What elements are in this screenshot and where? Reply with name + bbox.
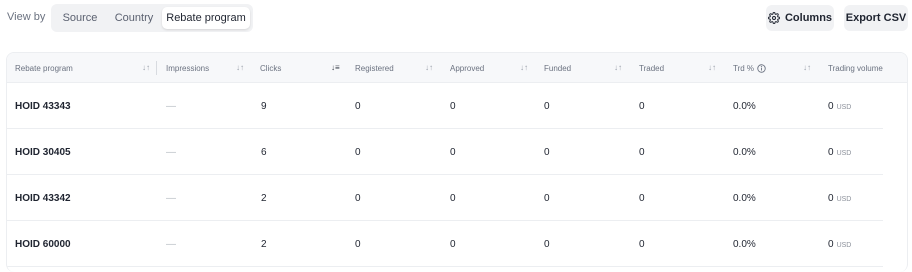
volume-value: 0 — [828, 238, 834, 250]
sort-icon[interactable]: ↓↑ — [614, 63, 622, 72]
info-icon[interactable] — [757, 63, 766, 73]
currency-unit: USD — [836, 103, 852, 111]
cell-approved: 0 — [450, 100, 456, 112]
volume-value: 0 — [828, 192, 834, 204]
cell-trd-pct: 0.0% — [733, 100, 756, 112]
data-table: Rebate program ↓↑ Impressions ↓↑ Clicks … — [6, 52, 908, 272]
currency-unit: USD — [836, 149, 852, 157]
tab-rebate-program[interactable]: Rebate program — [162, 7, 250, 29]
cell-rebate-program[interactable]: HOID 43343 — [15, 83, 71, 129]
cell-funded: 0 — [544, 238, 550, 250]
table-row[interactable]: HOID 30405 — 6 0 0 0 0 0.0% 0 USD — [7, 129, 883, 175]
sort-desc-icon[interactable]: ↓≡ — [331, 63, 340, 72]
col-header-impressions[interactable]: Impressions — [166, 53, 209, 83]
sort-icon[interactable]: ↓↑ — [236, 63, 244, 72]
cell-approved: 0 — [450, 238, 456, 250]
cell-impressions: — — [166, 238, 176, 250]
cell-registered: 0 — [355, 100, 361, 112]
view-by-segmented-control: Source Country Rebate program — [51, 4, 253, 32]
toolbar: View by Source Country Rebate program Co… — [0, 0, 912, 40]
cell-clicks: 6 — [261, 146, 267, 158]
cell-rebate-program[interactable]: HOID 30405 — [15, 129, 71, 175]
cell-funded: 0 — [544, 146, 550, 158]
sort-icon[interactable]: ↓↑ — [142, 63, 150, 72]
col-header-rebate-program[interactable]: Rebate program — [15, 53, 73, 83]
sort-icon[interactable]: ↓↑ — [803, 63, 811, 72]
cell-trd-pct: 0.0% — [733, 238, 756, 250]
col-header-traded[interactable]: Traded — [639, 53, 664, 83]
columns-button-label: Columns — [784, 12, 833, 24]
currency-unit: USD — [836, 195, 852, 203]
col-header-trd-pct[interactable]: Trd % — [733, 53, 766, 83]
cell-trd-pct: 0.0% — [733, 192, 756, 204]
cell-registered: 0 — [355, 146, 361, 158]
cell-funded: 0 — [544, 192, 550, 204]
table-row[interactable]: HOID 43343 — 9 0 0 0 0 0.0% 0 USD — [7, 83, 883, 129]
cell-impressions: — — [166, 192, 176, 204]
cell-approved: 0 — [450, 192, 456, 204]
currency-unit: USD — [836, 241, 852, 249]
volume-value: 0 — [828, 100, 834, 112]
cell-trading-volume: 0 USD — [828, 83, 851, 129]
table-header: Rebate program ↓↑ Impressions ↓↑ Clicks … — [7, 53, 907, 83]
cell-trading-volume: 0 USD — [828, 221, 851, 267]
volume-value: 0 — [828, 146, 834, 158]
cell-trd-pct: 0.0% — [733, 146, 756, 158]
cell-rebate-program[interactable]: HOID 43342 — [15, 175, 71, 221]
cell-traded: 0 — [639, 100, 645, 112]
cell-clicks: 2 — [261, 192, 267, 204]
table-row[interactable]: HOID 60000 — 2 0 0 0 0 0.0% 0 USD — [7, 221, 883, 267]
sort-icon[interactable]: ↓↑ — [708, 63, 716, 72]
cell-funded: 0 — [544, 100, 550, 112]
tab-country[interactable]: Country — [106, 7, 162, 29]
sort-icon[interactable]: ↓↑ — [425, 63, 433, 72]
cell-clicks: 9 — [261, 100, 267, 112]
column-divider[interactable] — [156, 61, 157, 75]
view-by-label: View by — [7, 11, 46, 23]
col-header-approved[interactable]: Approved — [450, 53, 484, 83]
col-header-funded[interactable]: Funded — [544, 53, 571, 83]
columns-button[interactable]: Columns — [766, 5, 834, 31]
cell-impressions: — — [166, 100, 176, 112]
col-header-clicks[interactable]: Clicks — [260, 53, 281, 83]
export-csv-button[interactable]: Export CSV — [844, 5, 908, 31]
cell-impressions: — — [166, 146, 176, 158]
col-header-trading-volume[interactable]: Trading volume — [828, 53, 883, 83]
cell-traded: 0 — [639, 146, 645, 158]
col-header-trd-pct-label: Trd % — [733, 63, 755, 73]
sort-icon[interactable]: ↓↑ — [520, 63, 528, 72]
cell-traded: 0 — [639, 192, 645, 204]
cell-trading-volume: 0 USD — [828, 129, 851, 175]
cell-rebate-program[interactable]: HOID 60000 — [15, 221, 71, 267]
cell-registered: 0 — [355, 238, 361, 250]
cell-trading-volume: 0 USD — [828, 175, 851, 221]
cell-clicks: 2 — [261, 238, 267, 250]
cell-traded: 0 — [639, 238, 645, 250]
col-header-registered[interactable]: Registered — [355, 53, 394, 83]
cell-approved: 0 — [450, 146, 456, 158]
gear-icon — [767, 12, 780, 24]
table-row[interactable]: HOID 43342 — 2 0 0 0 0 0.0% 0 USD — [7, 175, 883, 221]
tab-source[interactable]: Source — [54, 7, 106, 29]
cell-registered: 0 — [355, 192, 361, 204]
